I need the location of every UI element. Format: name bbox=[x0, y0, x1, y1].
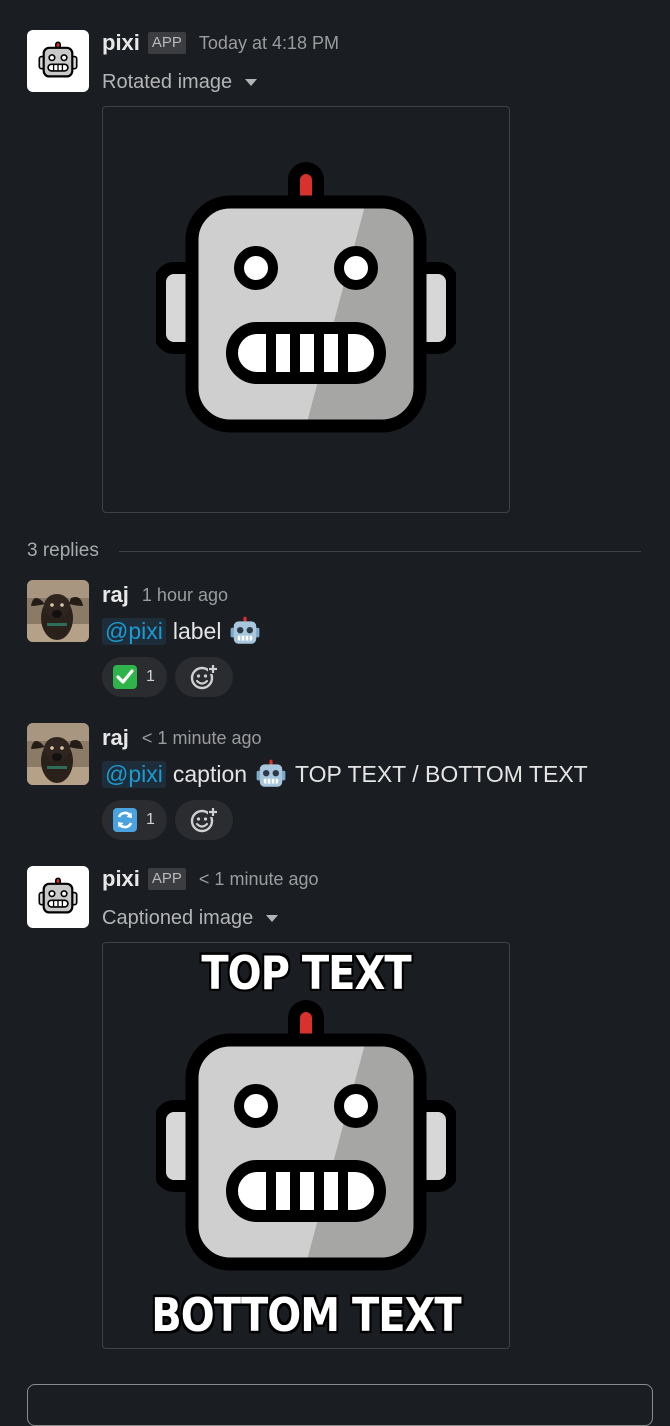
avatar[interactable] bbox=[27, 580, 89, 642]
attachment-title-toggle[interactable]: Captioned image bbox=[102, 904, 279, 932]
reactions-row: 1 bbox=[102, 657, 241, 697]
dog-photo-avatar bbox=[27, 580, 89, 642]
mention-link[interactable]: @pixi bbox=[102, 617, 166, 645]
timestamp[interactable]: Today at 4:18 PM bbox=[199, 33, 339, 54]
message-text: label bbox=[172, 617, 222, 644]
robot-image bbox=[156, 160, 456, 440]
thread-replies-divider: 3 replies bbox=[27, 536, 641, 566]
robot-face-icon bbox=[255, 758, 287, 790]
caret-down-icon bbox=[245, 78, 258, 86]
caret-down-icon bbox=[266, 914, 279, 922]
meme-top-text: TOP TEXT bbox=[201, 947, 411, 1001]
app-badge: APP bbox=[147, 868, 186, 890]
avatar[interactable] bbox=[27, 723, 89, 785]
attached-image[interactable]: TOP TEXT BOTTOM TEXT bbox=[102, 942, 510, 1349]
reaction-refresh[interactable]: 1 bbox=[102, 800, 167, 840]
add-reaction-button[interactable] bbox=[174, 800, 233, 840]
reaction-check[interactable]: 1 bbox=[102, 657, 167, 697]
divider-line bbox=[118, 550, 641, 552]
attachment-title: Captioned image bbox=[102, 906, 254, 929]
add-emoji-icon bbox=[189, 805, 219, 835]
meme-bottom-text: BOTTOM TEXT bbox=[151, 1289, 461, 1343]
add-emoji-icon bbox=[189, 662, 219, 692]
timestamp[interactable]: < 1 minute ago bbox=[142, 728, 262, 749]
mention-link[interactable]: @pixi bbox=[102, 760, 166, 788]
message-header: raj < 1 minute ago bbox=[102, 723, 262, 753]
reactions-row: 1 bbox=[102, 800, 241, 840]
message-header: pixi APP Today at 4:18 PM bbox=[102, 28, 339, 58]
avatar[interactable] bbox=[27, 866, 89, 928]
dog-photo-avatar bbox=[27, 723, 89, 785]
message-composer[interactable] bbox=[27, 1384, 653, 1426]
timestamp[interactable]: 1 hour ago bbox=[142, 585, 228, 606]
attachment-title-toggle[interactable]: Rotated image bbox=[102, 68, 258, 96]
add-reaction-button[interactable] bbox=[174, 657, 233, 697]
message-body: @pixi label bbox=[102, 614, 261, 648]
robot-face-icon bbox=[38, 877, 78, 914]
reaction-count: 1 bbox=[146, 811, 155, 828]
avatar[interactable] bbox=[27, 30, 89, 92]
robot-face-icon bbox=[38, 41, 78, 78]
message-text-after: TOP TEXT / BOTTOM TEXT bbox=[295, 760, 588, 787]
author-name[interactable]: raj bbox=[102, 582, 129, 608]
robot-image bbox=[156, 998, 456, 1278]
message-text: caption bbox=[172, 760, 248, 787]
replies-count: 3 replies bbox=[27, 540, 99, 561]
white-check-mark-icon bbox=[113, 665, 137, 689]
timestamp[interactable]: < 1 minute ago bbox=[199, 869, 319, 890]
app-badge: APP bbox=[147, 32, 186, 54]
arrows-counterclockwise-icon bbox=[113, 808, 137, 832]
reaction-count: 1 bbox=[146, 668, 155, 685]
attached-image[interactable] bbox=[102, 106, 510, 513]
message-body: @pixi caption TOP TEXT / BOTTOM TEXT bbox=[102, 757, 588, 791]
author-name[interactable]: pixi bbox=[102, 30, 140, 56]
robot-face-icon bbox=[229, 615, 261, 647]
attachment-title: Rotated image bbox=[102, 70, 233, 93]
author-name[interactable]: pixi bbox=[102, 866, 140, 892]
message-header: pixi APP < 1 minute ago bbox=[102, 864, 319, 894]
author-name[interactable]: raj bbox=[102, 725, 129, 751]
message-header: raj 1 hour ago bbox=[102, 580, 228, 610]
